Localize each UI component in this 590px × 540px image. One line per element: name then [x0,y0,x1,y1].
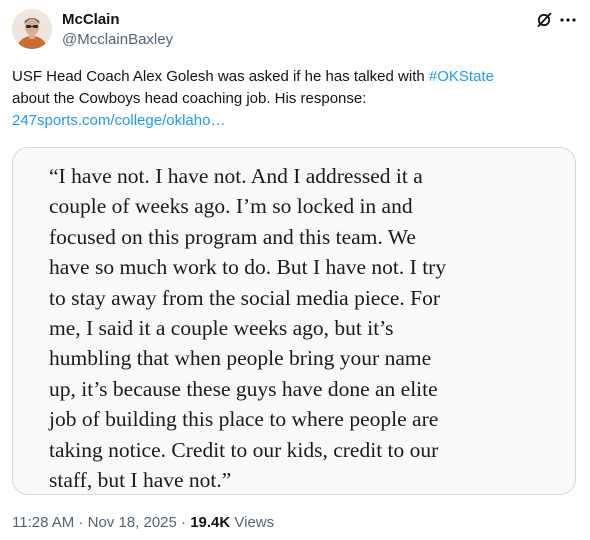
media-image[interactable]: “I have not. I have not. And I addressed… [12,147,576,495]
quote-line: taking notice. Credit to our kids, credi… [49,437,439,462]
quote-line: “I have not. I have not. And I addressed… [49,164,423,188]
quote-line: me, I said it a couple weeks ago, but it… [49,316,394,341]
quote-line: have so much work to do. But I have not.… [49,255,447,280]
tweet: McClain @McclainBaxley USF Head Coach Al… [0,0,590,540]
quote-line: job of building this place to where peop… [49,407,439,432]
views-label: Views [230,514,275,531]
meta-separator: · [176,514,191,531]
tweet-time[interactable]: 11:28 AM [12,514,74,531]
author-handle[interactable]: @McclainBaxley [62,30,173,49]
tweet-meta: 11:28 AM · Nov 18, 2025 · 19.4K Views [12,513,274,533]
avatar[interactable] [12,9,52,49]
quote-text: “I have not. I have not. And I addressed… [49,161,569,494]
quote-line: couple of weeks ago. I’m so locked in an… [49,194,413,219]
author-name[interactable]: McClain [62,10,120,29]
quote-line: up, it’s because these guys have done an… [49,376,438,401]
tweet-text: USF Head Coach Alex Golesh was asked if … [12,66,578,132]
more-icon[interactable] [558,10,578,30]
tweet-text-line-3: 247sports.com/college/oklaho… [12,110,578,132]
meta-separator: · [74,514,88,531]
tweet-text-line-1: USF Head Coach Alex Golesh was asked if … [12,66,578,88]
views-count[interactable]: 19.4K [190,514,230,531]
article-link[interactable]: 247sports.com/college/oklaho… [12,112,225,129]
quote-line: focused on this program and this team. W… [49,224,416,249]
tweet-date[interactable]: Nov 18, 2025 [88,514,177,531]
tweet-text-line-2: about the Cowboys head coaching job. His… [12,90,367,107]
quote-line: humbling that when people bring your nam… [49,346,432,371]
hashtag-link[interactable]: #OKState [429,68,494,85]
grok-icon[interactable] [534,10,554,30]
quote-line: to stay away from the social media piece… [49,285,441,310]
tweet-text-prefix: USF Head Coach Alex Golesh was asked if … [12,68,429,85]
quote-line: staff, but I have not.” [49,468,232,493]
